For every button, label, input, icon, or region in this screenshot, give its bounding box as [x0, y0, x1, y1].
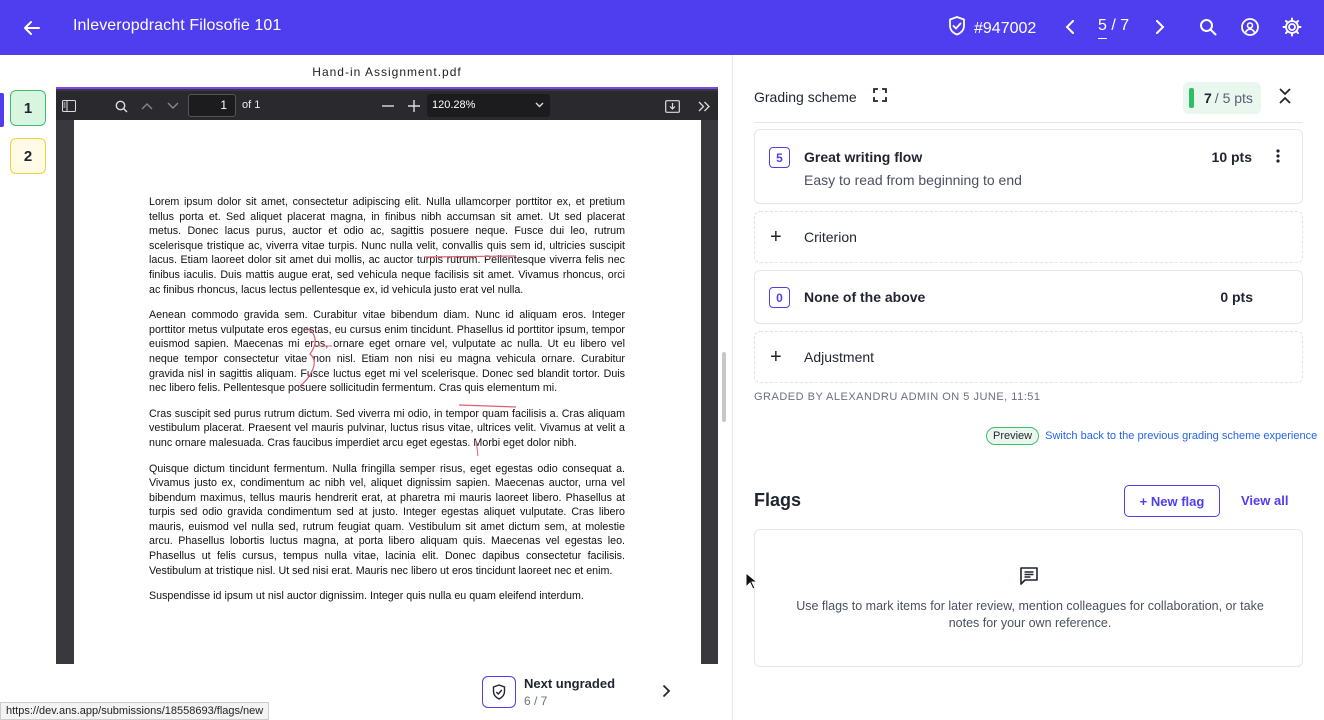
pdf-search-icon[interactable] [112, 97, 130, 115]
page-count-label: of 1 [242, 99, 261, 111]
counter-total: / 7 [1111, 17, 1130, 34]
grading-scheme-title: Grading scheme [754, 89, 857, 105]
view-all-flags-link[interactable]: View all [1241, 493, 1288, 508]
zoom-out-icon[interactable] [379, 97, 397, 115]
add-criterion-button[interactable]: + Criterion [754, 211, 1303, 263]
add-adjustment-button[interactable]: + Adjustment [754, 331, 1303, 383]
sidebar-toggle-icon[interactable] [60, 97, 78, 115]
more-tools-icon[interactable] [695, 97, 713, 115]
previous-page-icon[interactable] [138, 97, 156, 115]
download-icon[interactable] [663, 97, 681, 115]
preview-badge: Preview [986, 427, 1040, 445]
page-number-input[interactable]: 1 [188, 94, 236, 117]
criterion-points-box[interactable]: 0 [769, 287, 790, 308]
fullscreen-icon[interactable] [873, 88, 887, 107]
flags-empty-message: Use flags to mark items for later review… [796, 599, 1264, 630]
zoom-in-icon[interactable] [405, 97, 423, 115]
flags-title: Flags [754, 490, 802, 510]
graded-by-info: GRADED BY ALEXANDRU ADMIN ON 5 JUNE, 11:… [754, 391, 1041, 403]
page-title: Inleveropdracht Filosofie 101 [73, 17, 282, 34]
comment-icon [1019, 566, 1039, 591]
zoom-select[interactable]: 120.28% [427, 94, 550, 117]
switch-back-link[interactable]: Switch back to the previous grading sche… [1045, 430, 1317, 442]
score-max: / 5 pts [1214, 90, 1253, 106]
submission-id: #947002 [948, 16, 1036, 41]
shield-check-icon [492, 684, 506, 700]
score-badge: 7 / 5 pts [1183, 82, 1261, 114]
collapse-icon[interactable] [1278, 87, 1292, 110]
search-icon[interactable] [1196, 15, 1220, 39]
scrollbar-thumb[interactable] [722, 352, 726, 422]
next-ungraded-count: 6 / 7 [524, 694, 548, 708]
add-adjustment-label: Adjustment [804, 349, 875, 365]
plus-icon: + [770, 226, 782, 248]
criterion-title: None of the above [804, 289, 926, 305]
pdf-paragraph: Suspendisse id ipsum ut nisl auctor dign… [149, 590, 584, 603]
chevron-right-icon[interactable] [662, 684, 671, 703]
next-page-icon[interactable] [164, 97, 182, 115]
page-1-button[interactable]: 1 [10, 90, 46, 126]
gear-icon[interactable] [1280, 15, 1304, 39]
pdf-paragraph: Quisque dictum tincidunt fermentum. Null… [149, 462, 625, 577]
pdf-paragraph: Cras suscipit sed purus rutrum dictum. S… [149, 407, 625, 449]
criterion-card[interactable]: 0 None of the above 0 pts [754, 270, 1303, 324]
submission-id-text: #947002 [974, 19, 1037, 37]
shield-check-icon [948, 16, 966, 41]
pdf-toolbar: 1 of 1 120.28% [56, 91, 718, 120]
divider [754, 122, 1303, 123]
pdf-filename: Hand-in Assignment.pdf [56, 55, 718, 89]
mouse-cursor-icon [745, 571, 759, 595]
next-submission-icon[interactable] [1148, 15, 1172, 39]
previous-submission-icon[interactable] [1058, 15, 1082, 39]
status-bar-url: https://dev.ans.app/submissions/18558693… [0, 702, 270, 720]
pdf-text: Lorem ipsum dolor sit amet, consectetur … [149, 195, 625, 615]
flags-empty-state: Use flags to mark items for later review… [754, 529, 1303, 667]
back-arrow-icon[interactable] [18, 14, 46, 42]
add-criterion-label: Criterion [804, 229, 857, 245]
page-2-button[interactable]: 2 [10, 138, 46, 174]
counter-current: 5 [1098, 17, 1107, 39]
criterion-description: Easy to read from beginning to end [804, 172, 1022, 188]
page-navigator: 1 2 [0, 55, 56, 720]
active-page-indicator [0, 93, 4, 127]
anonymous-icon[interactable] [1238, 15, 1262, 39]
pdf-paragraph: Lorem ipsum dolor sit amet, consectetur … [149, 196, 625, 296]
submission-counter: 5 / 7 [1098, 17, 1130, 39]
preview-row: Preview Switch back to the previous grad… [986, 427, 1317, 445]
more-vertical-icon[interactable] [1276, 149, 1280, 168]
top-bar: Inleveropdracht Filosofie 101 #947002 5 … [0, 0, 1324, 55]
next-ungraded-label: Next ungraded [524, 676, 616, 691]
criterion-points-box[interactable]: 5 [769, 147, 790, 168]
next-ungraded-button[interactable] [482, 676, 516, 708]
zoom-value: 120.28% [432, 99, 476, 111]
criterion-title: Great writing flow [804, 149, 923, 165]
plus-icon: + [770, 346, 782, 368]
score-bar [1189, 88, 1194, 108]
pdf-paragraph: Aenean commodo gravida sem. Curabitur vi… [149, 309, 625, 395]
chevron-down-icon [535, 94, 544, 117]
grading-panel: Grading scheme 7 / 5 pts 5 Great writing… [732, 55, 1324, 720]
criterion-points: 10 pts [1211, 149, 1252, 165]
score-value: 7 [1204, 90, 1212, 106]
pdf-page: Lorem ipsum dolor sit amet, consectetur … [74, 120, 701, 664]
criterion-points: 0 pts [1220, 289, 1253, 305]
new-flag-button[interactable]: + New flag [1124, 485, 1220, 517]
criterion-card[interactable]: 5 Great writing flow Easy to read from b… [754, 129, 1303, 204]
pdf-viewer: Hand-in Assignment.pdf 1 of 1 120.28% Lo… [56, 55, 718, 664]
